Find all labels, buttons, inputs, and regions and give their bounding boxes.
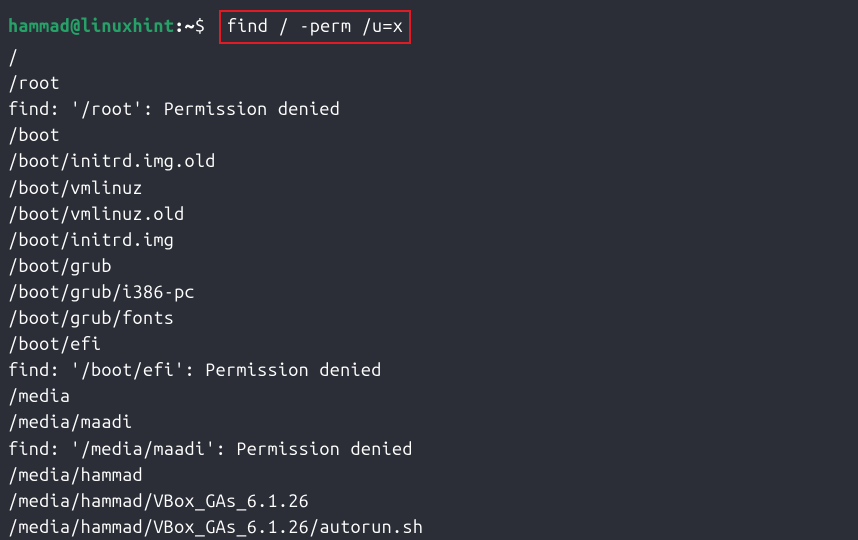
output-line: find: '/media/maadi': Permission denied — [8, 436, 850, 462]
output-line: /boot/grub/fonts — [8, 305, 850, 331]
output-line: /media — [8, 383, 850, 409]
prompt-separator: : — [174, 16, 184, 36]
output-line: / — [8, 44, 850, 70]
output-block: / /root find: '/root': Permission denied… — [8, 44, 850, 540]
output-line: /boot/initrd.img.old — [8, 148, 850, 174]
output-line: /root — [8, 70, 850, 96]
output-line: /media/hammad — [8, 462, 850, 488]
prompt-symbol: $ — [195, 16, 205, 36]
output-line: find: '/boot/efi': Permission denied — [8, 357, 850, 383]
output-line: /boot/vmlinuz.old — [8, 201, 850, 227]
terminal-content: hammad@linuxhint:~$ find / -perm /u=x / … — [8, 10, 850, 540]
prompt-user: hammad@linuxhint — [8, 16, 174, 36]
command-line: hammad@linuxhint:~$ find / -perm /u=x — [8, 10, 850, 44]
command-text[interactable]: find / -perm /u=x — [227, 16, 403, 36]
output-line: /boot/grub — [8, 253, 850, 279]
output-line: /boot/efi — [8, 331, 850, 357]
output-line: /boot/grub/i386-pc — [8, 279, 850, 305]
output-line: /boot/initrd.img — [8, 227, 850, 253]
output-line: /media/maadi — [8, 409, 850, 435]
prompt-path: ~ — [184, 16, 194, 36]
output-line: /boot — [8, 122, 850, 148]
output-line: /boot/vmlinuz — [8, 175, 850, 201]
output-line: /media/hammad/VBox_GAs_6.1.26 — [8, 488, 850, 514]
command-highlight-box: find / -perm /u=x — [219, 10, 411, 44]
output-line: find: '/root': Permission denied — [8, 96, 850, 122]
